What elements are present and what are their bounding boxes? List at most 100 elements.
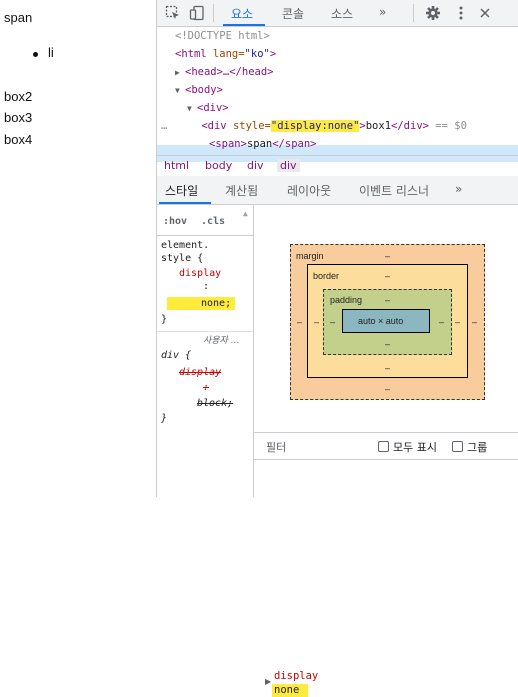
hover-state-toggle[interactable]: :hov — [163, 215, 187, 228]
margin-top-value[interactable]: – — [385, 251, 390, 261]
close-devtools-icon[interactable] — [477, 5, 493, 21]
element-style-selector: element. — [161, 240, 210, 251]
page-box3-text: box3 — [4, 110, 33, 125]
lang-attr: lang= — [206, 48, 245, 60]
breadcrumb: html body div div — [157, 155, 518, 177]
dom-node-body[interactable]: ▼ <body> — [175, 82, 223, 98]
margin-label: margin — [296, 251, 324, 261]
border-top-value[interactable]: – — [385, 271, 390, 281]
settings-gear-icon[interactable] — [425, 5, 441, 21]
class-toggle[interactable]: .cls — [201, 215, 225, 228]
rule-divider — [157, 331, 253, 332]
tab-styles[interactable]: 스타일 — [165, 182, 198, 199]
filter-input[interactable]: 필터 — [266, 439, 286, 455]
padding-top-value[interactable]: – — [385, 295, 390, 305]
toolbar-divider — [413, 4, 414, 22]
tab-layout[interactable]: 레이아웃 — [287, 182, 331, 199]
style-attr: style= — [226, 120, 271, 132]
active-tab-indicator — [223, 24, 265, 26]
html-tag: <html — [175, 48, 207, 60]
breadcrumb-body[interactable]: body — [205, 159, 232, 172]
margin-right-value[interactable]: – — [472, 317, 477, 327]
dom-node-head[interactable]: ▶ <head>…</head> — [175, 64, 274, 80]
more-subtabs-button[interactable]: » — [455, 182, 462, 196]
dom-node-span[interactable]: <span>span</span> — [209, 136, 317, 152]
styles-pane: :hov .cls ▲ element. style { display : n… — [157, 205, 254, 497]
body-tag: <body> — [185, 84, 223, 96]
dom-tree: <!DOCTYPE html> <html lang="ko"> ▶ <head>… — [157, 27, 518, 162]
ua-div-selector: div { — [161, 350, 192, 361]
computed-prop-name[interactable]: display — [274, 670, 318, 682]
tab-elements[interactable]: 요소 — [231, 5, 253, 22]
ua-rule-close: } — [161, 413, 168, 424]
show-all-checkbox[interactable] — [378, 441, 389, 452]
scroll-up-arrow-icon[interactable]: ▲ — [243, 207, 248, 220]
tab-event-listeners[interactable]: 이벤트 리스너 — [359, 182, 429, 199]
page-li-text: li — [48, 45, 54, 60]
user-agent-label: 사용자 … — [203, 336, 240, 346]
element-style-prop[interactable]: display — [179, 267, 221, 280]
page-span-text: span — [4, 10, 33, 25]
list-bullet-icon — [33, 52, 38, 57]
div-text: box1 — [365, 120, 392, 132]
page-box2-text: box2 — [4, 89, 33, 104]
breadcrumb-div-selected[interactable]: div — [277, 159, 300, 172]
box-model-pane: margin – – – – border – – – – padding – … — [254, 205, 518, 697]
padding-right-value[interactable]: – — [439, 317, 444, 327]
expand-triangle-icon[interactable]: ▶ — [175, 65, 185, 81]
group-label: 그룹 — [467, 441, 488, 454]
tab-console[interactable]: 콘솔 — [282, 5, 304, 22]
element-style-colon: : — [203, 281, 210, 292]
selected-marker: == $0 — [428, 120, 467, 132]
computed-expand-triangle-icon[interactable]: ▶ — [265, 677, 271, 686]
dom-node-div[interactable]: ▼ <div> — [187, 100, 229, 116]
toolbar-divider — [213, 4, 214, 22]
computed-filter-bar: 필터 모두 표시 그룹 — [254, 432, 518, 460]
element-style-value[interactable]: none; — [201, 297, 231, 310]
element-style-close: } — [161, 314, 168, 325]
style-value: "display:none" — [270, 120, 360, 132]
group-checkbox[interactable] — [452, 441, 463, 452]
ua-display-colon: : — [203, 382, 210, 393]
collapse-triangle-icon[interactable]: ▼ — [187, 101, 197, 117]
span-open-tag: <span> — [209, 138, 247, 150]
device-toolbar-icon[interactable] — [189, 5, 205, 21]
more-options-kebab-icon[interactable] — [453, 5, 469, 21]
border-right-value[interactable]: – — [455, 317, 460, 327]
span-text: span — [246, 138, 273, 150]
doctype-text: <!DOCTYPE html> — [175, 30, 270, 42]
collapse-triangle-icon[interactable]: ▼ — [175, 83, 185, 99]
breadcrumb-html[interactable]: html — [164, 159, 189, 172]
tab-sources[interactable]: 소스 — [331, 5, 353, 22]
dom-node-doctype[interactable]: <!DOCTYPE html> — [175, 28, 270, 44]
content-size[interactable]: auto × auto — [358, 316, 403, 326]
active-subtab-indicator — [159, 202, 211, 204]
ua-display-value: block; — [197, 398, 234, 409]
computed-prop-value: none — [274, 684, 300, 696]
lang-value: "ko" — [244, 48, 270, 60]
border-label: border — [313, 271, 340, 281]
div-open-tag: <div — [201, 120, 227, 132]
dom-node-div-selected[interactable]: … <div style="display:none">box1</div> ==… — [161, 118, 467, 134]
border-bottom-value[interactable]: – — [385, 363, 390, 373]
padding-left-value[interactable]: – — [330, 317, 335, 327]
dom-node-html[interactable]: <html lang="ko"> — [175, 46, 276, 62]
margin-bottom-value[interactable]: – — [385, 384, 390, 394]
padding-bottom-value[interactable]: – — [385, 339, 390, 349]
span-close-tag: </span> — [272, 138, 317, 150]
more-tabs-button[interactable]: » — [379, 5, 386, 19]
tab-computed[interactable]: 계산됨 — [225, 182, 258, 199]
show-all-label: 모두 표시 — [393, 441, 437, 454]
ua-display-prop: display — [179, 367, 222, 378]
element-style-open: style { — [161, 253, 204, 264]
margin-left-value[interactable]: – — [297, 317, 302, 327]
border-left-value[interactable]: – — [314, 317, 319, 327]
styles-subtabs: 스타일 계산됨 레이아웃 이벤트 리스너 » — [157, 176, 518, 205]
page-box4-text: box4 — [4, 132, 33, 147]
padding-label: padding — [330, 295, 363, 305]
node-actions-ellipsis[interactable]: … — [161, 120, 167, 132]
breadcrumb-div[interactable]: div — [247, 159, 264, 172]
inspect-element-icon[interactable] — [165, 5, 181, 21]
div-tag: <div> — [197, 102, 229, 114]
div-close-tag: </div> — [391, 120, 429, 132]
